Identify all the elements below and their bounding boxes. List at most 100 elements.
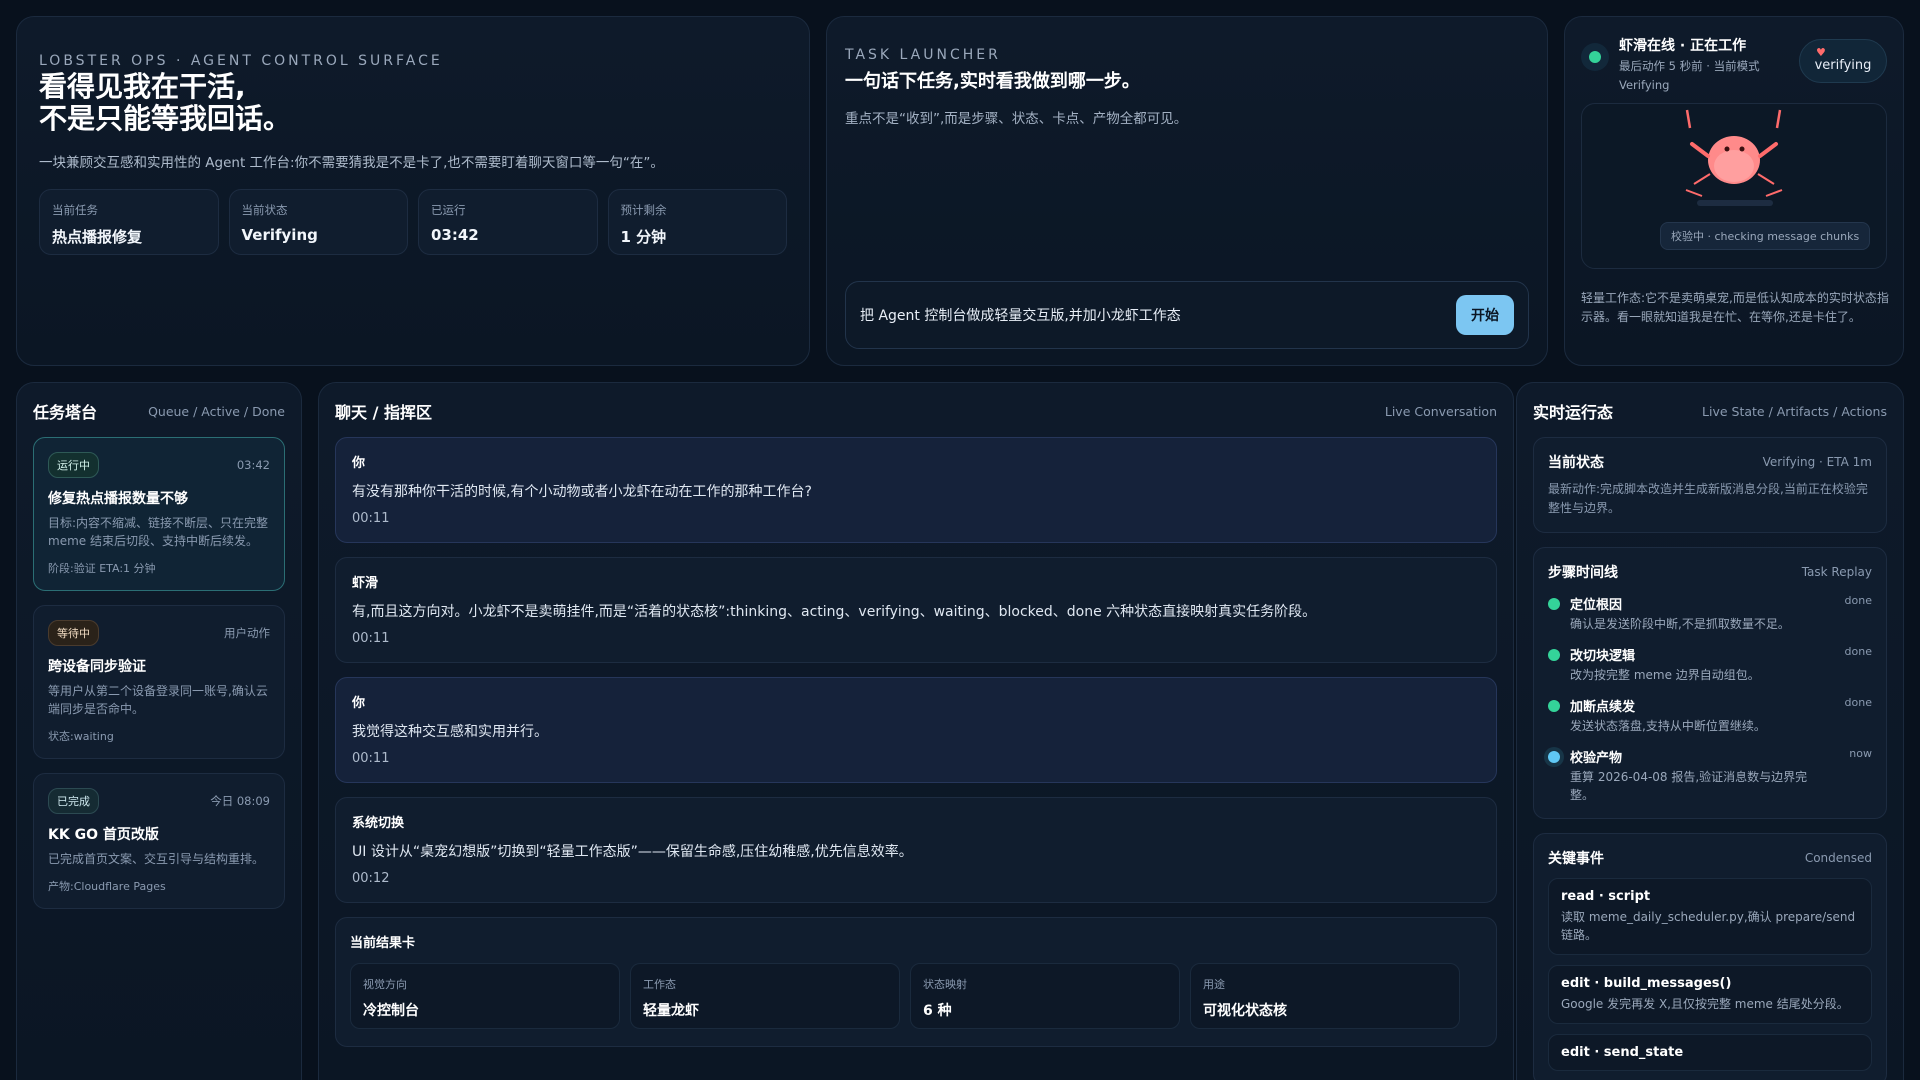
timeline-step: 校验产物 重算 2026-04-08 报告,验证消息数与边界完整。 now [1548, 747, 1872, 804]
message-text: 有,而且这方向对。小龙虾不是卖萌挂件,而是“活着的状态核”:thinking、a… [352, 604, 1317, 620]
status-badge: 已完成 [48, 788, 99, 814]
task-card-waiting[interactable]: 等待中 用户动作 跨设备同步验证 等用户从第二个设备登录同一账号,确认云端同步是… [33, 605, 285, 759]
online-indicator [1581, 43, 1609, 71]
message-text: UI 设计从“桌宠幻想版”切换到“轻量工作态版”——保留生命感,压住幼稚感,优先… [352, 844, 913, 860]
runtime-title: 实时运行态 [1533, 403, 1614, 422]
current-state-title: 当前状态 [1548, 455, 1604, 471]
status-meta-line2: Verifying [1619, 78, 1670, 92]
hero-title: 看得见我在干活, 不是只能等我回话。 [39, 71, 787, 135]
task-title: 跨设备同步验证 [48, 659, 146, 675]
step-desc: 改为按完整 meme 边界自动组包。 [1570, 668, 1760, 682]
status-meta-line1: 最后动作 5 秒前 · 当前模式 [1619, 59, 1760, 73]
result-value: 冷控制台 [363, 1003, 419, 1019]
status-note: 轻量工作态:它不是卖萌桌宠,而是低认知成本的实时状态指示器。看一眼就知道我是在忙… [1581, 291, 1889, 324]
event-item[interactable]: read · script 读取 meme_daily_scheduler.py… [1548, 878, 1872, 955]
timeline-step: 改切块逻辑 改为按完整 meme 边界自动组包。 done [1548, 645, 1872, 684]
message-time: 00:12 [352, 871, 390, 886]
message-sender: 你 [352, 696, 366, 711]
step-state: now [1849, 747, 1872, 760]
current-state-header: 当前状态 Verifying · ETA 1m [1548, 452, 1872, 472]
runtime-panel: 实时运行态 Live State / Artifacts / Actions 当… [1516, 382, 1904, 1080]
current-state-desc: 最新动作:完成脚本改造并生成新版消息分段,当前正在校验完整性与边界。 [1548, 482, 1868, 515]
hero-panel: LOBSTER OPS · AGENT CONTROL SURFACE 看得见我… [16, 16, 810, 366]
launcher-title: 一句话下任务,实时看我做到哪一步。 [845, 71, 1140, 92]
stat-current-state: 当前状态 Verifying [228, 189, 408, 255]
status-meta: 最后动作 5 秒前 · 当前模式 Verifying [1619, 57, 1760, 95]
event-item[interactable]: edit · send_state [1548, 1034, 1872, 1071]
stat-current-task: 当前任务 热点播报修复 [39, 189, 219, 255]
chat-message: 你 我觉得这种交互感和实用并行。 00:11 [335, 677, 1497, 783]
task-card-top: 运行中 03:42 [48, 452, 270, 478]
hero-eyebrow: LOBSTER OPS · AGENT CONTROL SURFACE [39, 53, 443, 69]
message-time: 00:11 [352, 751, 390, 766]
task-input-bar: 开始 [845, 281, 1529, 349]
chat-title: 聊天 / 指挥区 [335, 403, 432, 422]
task-foot: 阶段:验证 ETA:1 分钟 [48, 562, 156, 575]
runtime-header: 实时运行态 Live State / Artifacts / Actions [1533, 399, 1887, 423]
step-state: done [1844, 696, 1872, 709]
events-mode[interactable]: Condensed [1805, 851, 1872, 865]
chat-subtitle: Live Conversation [1384, 403, 1497, 419]
current-state-eta: Verifying · ETA 1m [1762, 455, 1872, 469]
task-meta: 03:42 [236, 458, 270, 472]
task-desc: 已完成首页文案、交互引导与结构重排。 [48, 852, 265, 866]
step-active-icon [1548, 751, 1560, 763]
task-foot: 状态:waiting [48, 730, 114, 743]
task-replay-link[interactable]: Task Replay [1802, 565, 1872, 579]
event-title: edit · send_state [1561, 1045, 1684, 1060]
launcher-eyebrow: TASK LAUNCHER [845, 47, 1001, 63]
lobster-mini-icon: ♥ [1816, 46, 1826, 59]
step-desc: 重算 2026-04-08 报告,验证消息数与边界完整。 [1570, 770, 1808, 802]
message-time: 00:11 [352, 511, 390, 526]
status-badge: 运行中 [48, 452, 99, 478]
timeline-step: 定位根因 确认是发送阶段中断,不是抓取数量不足。 done [1548, 594, 1872, 633]
message-time: 00:11 [352, 631, 390, 646]
events-header: 关键事件 Condensed [1548, 848, 1872, 868]
mode-badge[interactable]: ♥ verifying [1799, 39, 1887, 83]
stat-value: 03:42 [431, 226, 479, 244]
event-title: edit · build_messages() [1561, 976, 1732, 991]
chat-panel: 聊天 / 指挥区 Live Conversation 你 有没有那种你干活的时候… [318, 382, 1514, 1080]
timeline-title: 步骤时间线 [1548, 565, 1618, 581]
chat-message: 系统切换 UI 设计从“桌宠幻想版”切换到“轻量工作态版”——保留生命感,压住幼… [335, 797, 1497, 903]
result-value: 可视化状态核 [1203, 1003, 1287, 1019]
step-title: 校验产物 [1570, 751, 1623, 766]
message-sender: 你 [352, 456, 366, 471]
step-done-icon [1548, 649, 1560, 661]
timeline-header: 步骤时间线 Task Replay [1548, 562, 1872, 582]
result-label: 视觉方向 [363, 978, 407, 991]
stat-label: 当前任务 [52, 203, 98, 217]
hero-description: 一块兼顾交互感和实用性的 Agent 工作台:你不需要猜我是不是卡了,也不需要盯… [39, 155, 664, 171]
task-title: KK GO 首页改版 [48, 827, 159, 843]
event-item[interactable]: edit · build_messages() Google 发完再发 X,且仅… [1548, 965, 1872, 1024]
task-launcher-panel: TASK LAUNCHER 一句话下任务,实时看我做到哪一步。 重点不是“收到”… [826, 16, 1548, 366]
hero-stats: 当前任务 热点播报修复 当前状态 Verifying 已运行 03:42 预计剩… [39, 189, 787, 255]
step-title: 加断点续发 [1570, 700, 1636, 715]
start-button[interactable]: 开始 [1456, 295, 1514, 335]
event-desc: 读取 meme_daily_scheduler.py,确认 prepare/se… [1561, 910, 1856, 942]
tasks-header: 任务塔台 Queue / Active / Done [33, 399, 285, 423]
result-cells: 视觉方向 冷控制台 工作态 轻量龙虾 状态映射 6 种 用途 可视化状态核 [350, 963, 1482, 1029]
timeline-card: 步骤时间线 Task Replay 定位根因 确认是发送阶段中断,不是抓取数量不… [1533, 547, 1887, 819]
mode-badge-label: verifying [1814, 57, 1872, 73]
task-input[interactable] [860, 307, 1456, 323]
tasks-title: 任务塔台 [33, 403, 98, 422]
task-card-done[interactable]: 已完成 今日 08:09 KK GO 首页改版 已完成首页文案、交互引导与结构重… [33, 773, 285, 909]
result-label: 状态映射 [923, 978, 967, 991]
message-text: 有没有那种你干活的时候,有个小动物或者小龙虾在动在工作的那种工作台? [352, 484, 812, 500]
lobster-caption: 校验中 · checking message chunks [1660, 222, 1871, 250]
step-state: done [1844, 594, 1872, 607]
step-done-icon [1548, 700, 1560, 712]
step-desc: 发送状态落盘,支持从中断位置继续。 [1570, 719, 1766, 733]
result-value: 轻量龙虾 [643, 1003, 699, 1019]
stat-value: 热点播报修复 [52, 228, 143, 246]
stat-value: Verifying [241, 226, 318, 244]
task-card-running[interactable]: 运行中 03:42 修复热点播报数量不够 目标:内容不缩减、链接不断层、只在完整… [33, 437, 285, 591]
task-foot: 产物:Cloudflare Pages [48, 880, 166, 893]
events-title: 关键事件 [1548, 851, 1604, 867]
result-label: 用途 [1203, 978, 1225, 991]
step-state: done [1844, 645, 1872, 658]
result-cell: 用途 可视化状态核 [1190, 963, 1460, 1029]
current-state-card: 当前状态 Verifying · ETA 1m 最新动作:完成脚本改造并生成新版… [1533, 437, 1887, 533]
result-card: 当前结果卡 视觉方向 冷控制台 工作态 轻量龙虾 状态映射 6 种 用途 可视化… [335, 917, 1497, 1047]
